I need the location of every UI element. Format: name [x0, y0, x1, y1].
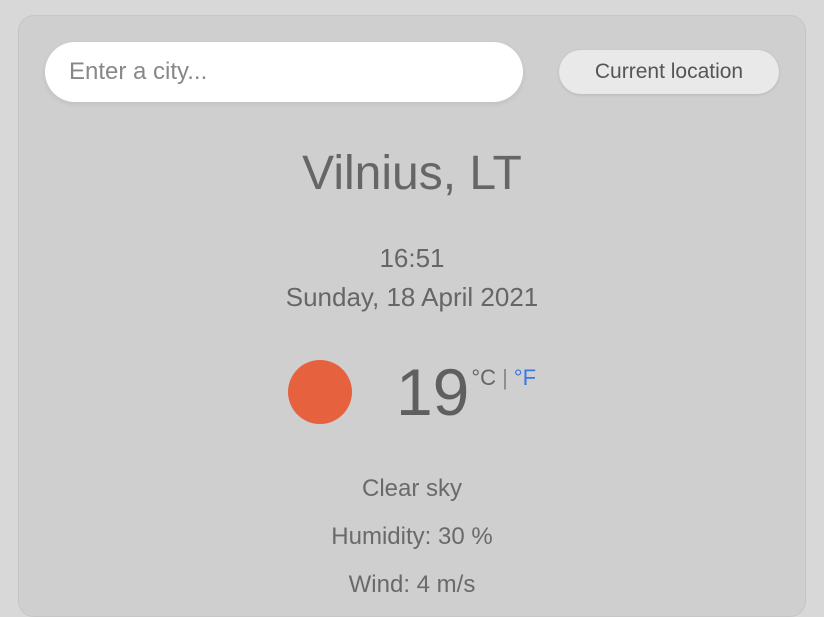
time-text: 16:51 [45, 243, 779, 274]
weather-description: Clear sky [45, 475, 779, 503]
date-text: Sunday, 18 April 2021 [45, 282, 779, 313]
unit-fahrenheit-button[interactable]: °F [514, 365, 536, 391]
unit-separator: | [502, 365, 508, 391]
city-heading: Vilnius, LT [45, 146, 779, 201]
weather-card: Current location Vilnius, LT 16:51 Sunda… [18, 15, 806, 617]
sun-icon [288, 360, 352, 424]
weather-details: Clear sky Humidity: 30 % Wind: 4 m/s [45, 475, 779, 599]
current-location-button[interactable]: Current location [559, 50, 779, 94]
unit-row: °C | °F [471, 365, 536, 391]
temperature-value: 19 [396, 359, 469, 425]
unit-celsius-button[interactable]: °C [471, 365, 496, 391]
temperature-row: 19 °C | °F [45, 359, 779, 425]
top-row: Current location [45, 42, 779, 102]
wind-text: Wind: 4 m/s [45, 571, 779, 599]
city-search-input[interactable] [45, 42, 523, 102]
temperature-block: 19 °C | °F [396, 359, 536, 425]
humidity-text: Humidity: 30 % [45, 523, 779, 551]
